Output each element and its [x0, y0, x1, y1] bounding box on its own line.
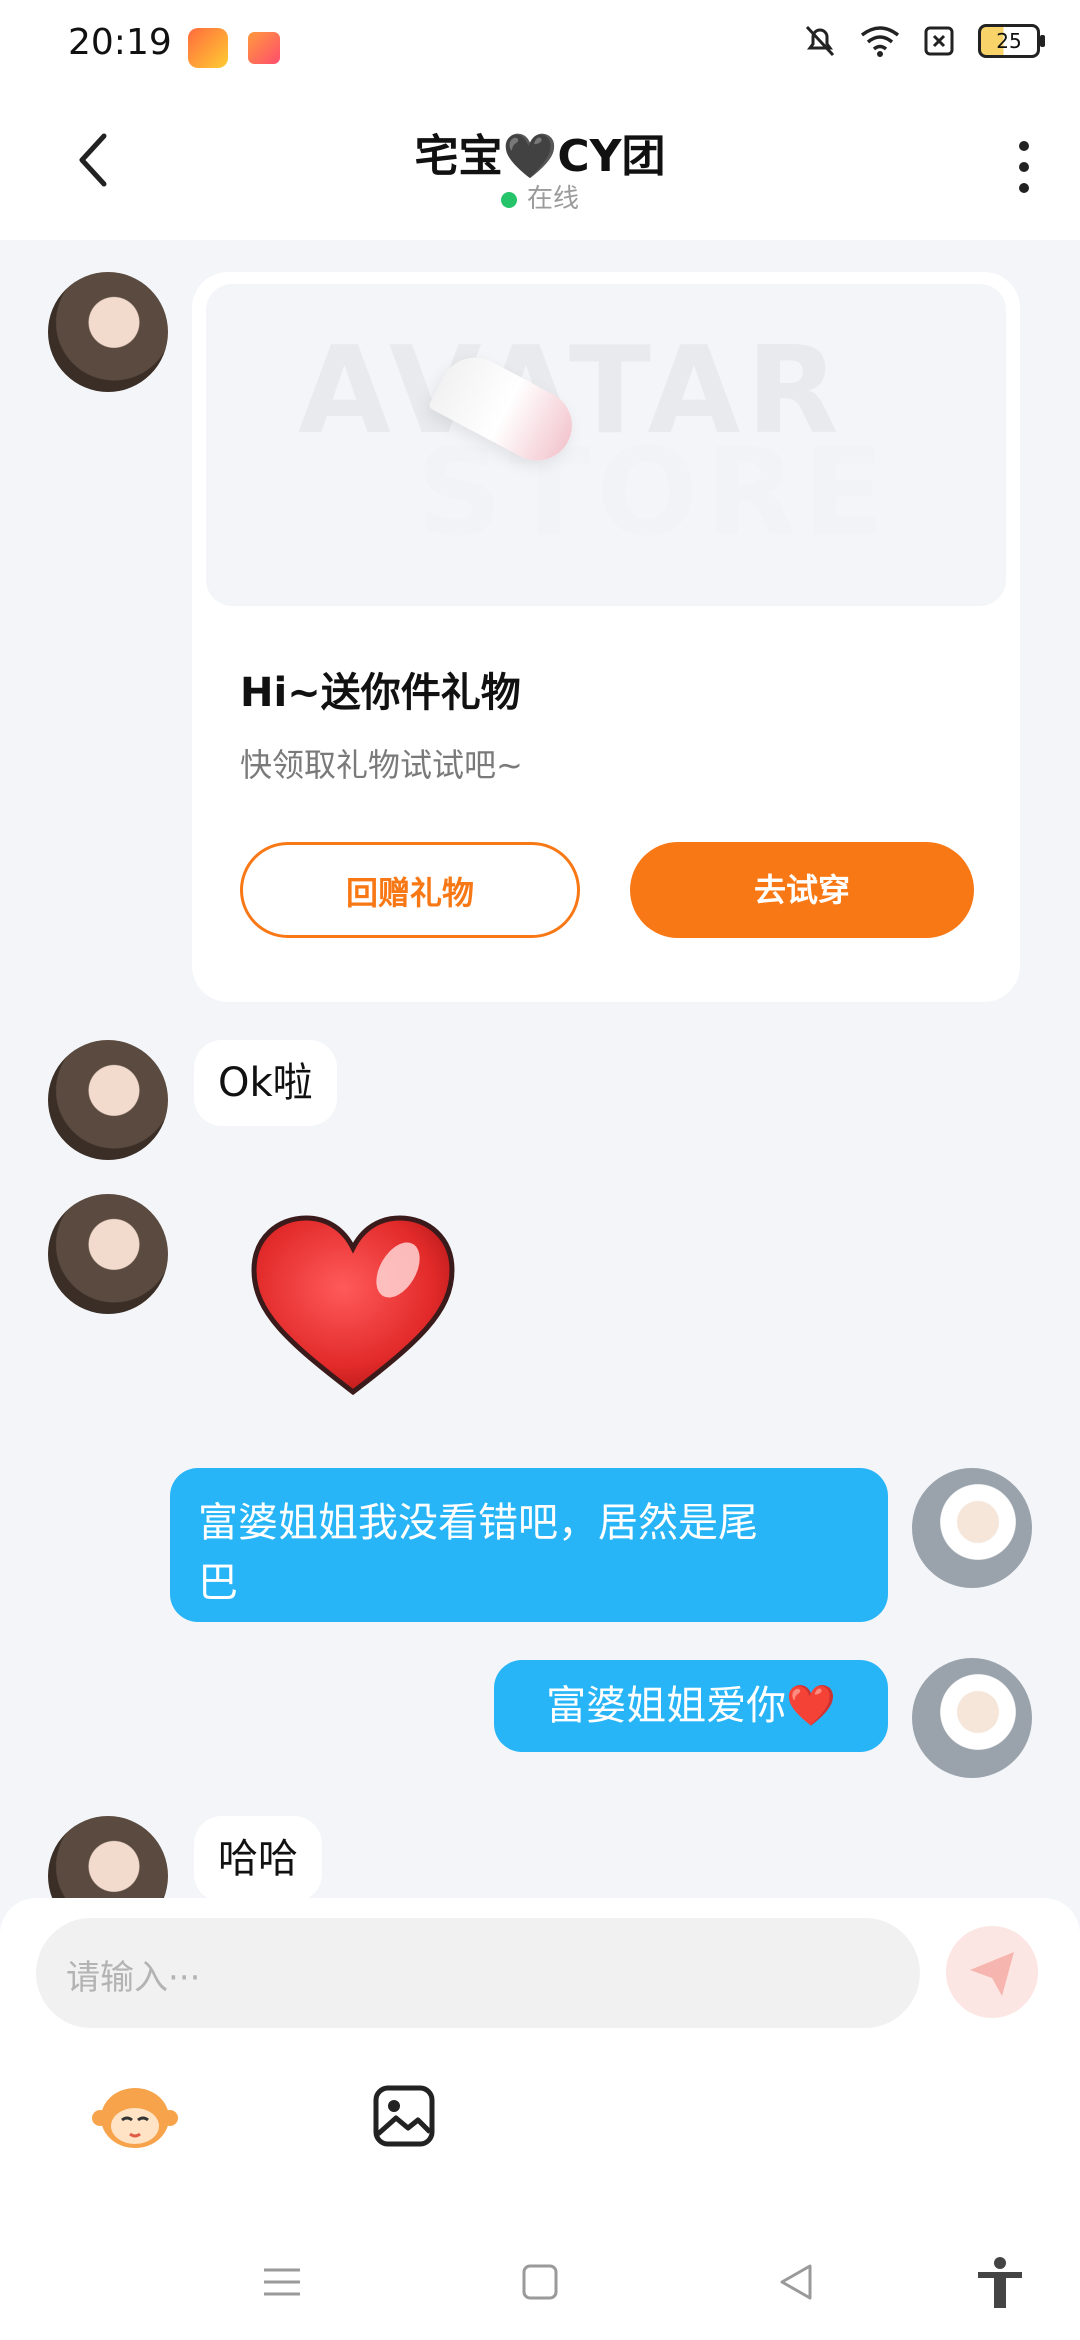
try-on-button[interactable]: 去试穿 — [630, 842, 974, 938]
watermark-store: STORE — [416, 424, 891, 563]
status-bar: 20:19 25 — [0, 0, 1080, 90]
send-icon[interactable] — [946, 1926, 1038, 2018]
message-bubble: 富婆姐姐爱你❤️ — [494, 1660, 888, 1752]
online-dot-icon — [500, 191, 517, 208]
online-status: 在线 — [0, 178, 1080, 215]
emoji-monkey-icon[interactable] — [92, 2078, 178, 2154]
input-placeholder: 请输入··· — [66, 1958, 201, 1998]
message-bubble: 哈哈 — [194, 1816, 322, 1902]
chat-header: 宅宝🖤CY团 在线 — [0, 90, 1080, 240]
gift-title: Hi~送你件礼物 — [240, 670, 521, 716]
avatar[interactable] — [48, 1040, 168, 1160]
message-line: 富婆姐姐我没看错吧，居然是尾 — [198, 1500, 758, 1546]
app-icon-1 — [188, 28, 228, 68]
gift-card: AVATAR STORE Hi~送你件礼物 快领取礼物试试吧~ 回赠礼物 去试穿 — [192, 272, 1020, 1002]
wifi-icon — [860, 26, 900, 57]
message-input[interactable]: 请输入··· — [36, 1918, 920, 2028]
status-icons: 25 — [804, 24, 1045, 58]
mute-bell-icon — [805, 25, 835, 57]
home-icon[interactable] — [520, 2262, 560, 2302]
gift-subtitle: 快领取礼物试试吧~ — [240, 746, 523, 784]
avatar[interactable] — [48, 272, 168, 392]
back-nav-icon[interactable] — [776, 2262, 816, 2302]
sim-x-icon — [924, 26, 954, 56]
message-bubble: Ok啦 — [194, 1040, 337, 1126]
message-line: 巴 — [198, 1560, 238, 1606]
gift-image: AVATAR STORE — [206, 284, 1006, 606]
accessibility-icon[interactable] — [974, 2256, 1026, 2312]
message-bubble: 富婆姐姐我没看错吧，居然是尾 巴 — [170, 1468, 888, 1622]
avatar[interactable] — [912, 1658, 1032, 1778]
image-picker-icon[interactable] — [372, 2084, 436, 2148]
status-time: 20:19 — [68, 22, 172, 63]
avatar[interactable] — [48, 1194, 168, 1314]
heart-sticker — [251, 1215, 455, 1396]
online-status-label: 在线 — [526, 184, 579, 214]
game-icon — [248, 32, 280, 64]
more-options-icon[interactable] — [1018, 140, 1030, 194]
avatar[interactable] — [912, 1468, 1032, 1588]
recent-apps-icon[interactable] — [262, 2262, 302, 2302]
battery-icon: 25 — [978, 24, 1045, 58]
return-gift-button[interactable]: 回赠礼物 — [240, 842, 580, 938]
chat-title: 宅宝🖤CY团 — [414, 131, 666, 182]
